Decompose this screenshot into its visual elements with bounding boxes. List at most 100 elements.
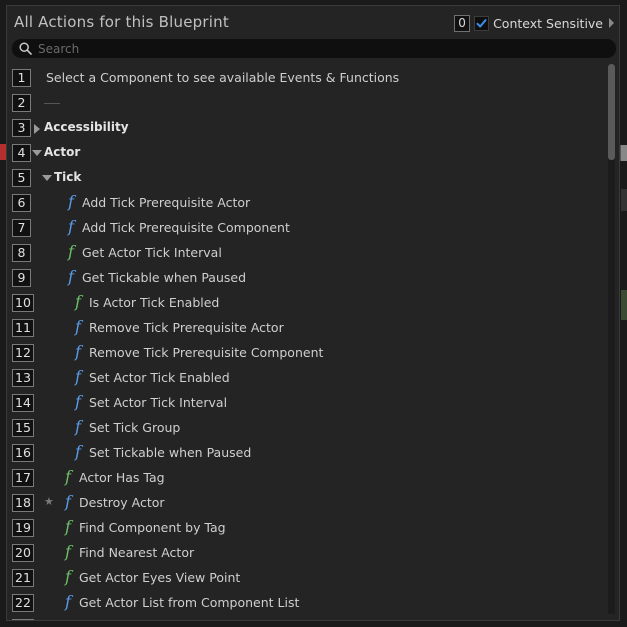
function-blue-icon: f xyxy=(65,492,71,511)
collapse-arrow-icon[interactable] xyxy=(32,150,42,156)
action-item[interactable]: 12 f Remove Tick Prerequisite Component xyxy=(7,341,607,366)
function-blue-icon: f xyxy=(75,417,81,436)
row-number-badge: 16 xyxy=(12,444,34,462)
function-green-icon: f xyxy=(65,567,71,586)
row-number-badge: 4 xyxy=(12,144,31,162)
action-item[interactable]: 16 f Set Tickable when Paused xyxy=(7,441,607,466)
action-item[interactable]: 11 f Remove Tick Prerequisite Actor xyxy=(7,316,607,341)
row-number-badge: 2 xyxy=(12,94,31,112)
search-input[interactable] xyxy=(38,39,598,58)
action-label: Remove Tick Prerequisite Actor xyxy=(89,320,284,335)
action-item[interactable]: 15 f Set Tick Group xyxy=(7,416,607,441)
function-blue-icon: f xyxy=(68,267,74,286)
context-sensitive-checkbox[interactable] xyxy=(474,15,490,31)
action-item[interactable]: 18 ★ f Destroy Actor xyxy=(7,491,607,516)
function-blue-icon: f xyxy=(62,618,74,621)
function-green-icon: f xyxy=(65,467,71,486)
scrollbar-thumb[interactable] xyxy=(608,64,615,160)
function-green-icon: f xyxy=(75,292,81,311)
scrollbar[interactable] xyxy=(608,64,615,614)
action-label: Add Tick Prerequisite Actor xyxy=(82,195,251,210)
function-green-icon: f xyxy=(65,517,71,536)
info-text: Select a Component to see available Even… xyxy=(46,70,400,85)
function-blue-icon: f xyxy=(68,217,74,236)
action-label: Actor Has Tag xyxy=(79,470,165,485)
graph-node-edge-right xyxy=(620,145,627,161)
category-row[interactable]: 3 Accessibility xyxy=(7,116,607,141)
row-number-badge: 15 xyxy=(12,419,34,437)
row-number-badge: 23 xyxy=(12,619,34,620)
function-blue-icon: f xyxy=(75,367,81,386)
function-blue-icon: f xyxy=(68,192,74,211)
context-sensitive-toggle[interactable]: 0 Context Sensitive xyxy=(454,14,614,32)
action-item[interactable]: 17 f Actor Has Tag xyxy=(7,466,607,491)
function-blue-icon: f xyxy=(75,442,81,461)
action-item[interactable]: 23 f Get Actor Of Class xyxy=(7,616,607,621)
action-item[interactable]: 21 f Get Actor Eyes View Point xyxy=(7,566,607,591)
category-row[interactable]: 5 Tick xyxy=(7,166,607,191)
row-number-badge: 6 xyxy=(12,194,31,212)
function-green-icon: f xyxy=(65,542,71,561)
row-number-badge: 17 xyxy=(12,469,34,487)
action-label: Get Actor Tick Interval xyxy=(82,245,222,260)
function-blue-icon: f xyxy=(65,592,71,611)
action-label: Set Tick Group xyxy=(89,420,181,435)
action-item[interactable]: 8 f Get Actor Tick Interval xyxy=(7,241,607,266)
menu-header: All Actions for this Blueprint 0 Context… xyxy=(7,6,619,38)
action-item[interactable]: 9 f Get Tickable when Paused xyxy=(7,266,607,291)
function-green-icon: f xyxy=(68,242,74,261)
action-label: Set Tickable when Paused xyxy=(89,445,252,460)
action-item[interactable]: 6 f Add Tick Prerequisite Actor xyxy=(7,191,607,216)
actions-menu-panel: All Actions for this Blueprint 0 Context… xyxy=(6,5,620,621)
action-item[interactable]: 14 f Set Actor Tick Interval xyxy=(7,391,607,416)
action-label: Set Actor Tick Enabled xyxy=(89,370,230,385)
favorite-star-icon[interactable]: ★ xyxy=(44,495,54,508)
checkmark-icon xyxy=(476,18,487,27)
graph-node-edge-right xyxy=(621,189,627,211)
row-number-badge: 12 xyxy=(12,344,34,362)
row-number-badge: 13 xyxy=(12,369,34,387)
row-number-badge: 21 xyxy=(12,569,34,587)
action-item[interactable]: 22 f Get Actor List from Component List xyxy=(7,591,607,616)
action-item[interactable]: 10 f Is Actor Tick Enabled xyxy=(7,291,607,316)
row-number-badge: 5 xyxy=(12,169,31,187)
row-number-badge: 18 xyxy=(12,494,34,512)
expand-arrow-icon[interactable] xyxy=(34,124,40,134)
expand-arrow-icon[interactable] xyxy=(609,18,614,28)
row-number-badge: 7 xyxy=(12,219,31,237)
collapse-arrow-icon[interactable] xyxy=(42,175,52,181)
action-label: Get Actor List from Component List xyxy=(79,595,300,610)
menu-title: All Actions for this Blueprint xyxy=(14,13,229,31)
list-item: 2 xyxy=(7,91,607,116)
action-label: Get Tickable when Paused xyxy=(82,270,247,285)
category-row[interactable]: 4 Actor xyxy=(7,141,607,166)
search-box[interactable] xyxy=(12,39,616,58)
action-item[interactable]: 13 f Set Actor Tick Enabled xyxy=(7,366,607,391)
action-label: Get Actor Of Class xyxy=(79,620,193,621)
action-label: Find Component by Tag xyxy=(79,520,226,535)
row-number-badge: 11 xyxy=(12,319,34,337)
action-item[interactable]: 20 f Find Nearest Actor xyxy=(7,541,607,566)
category-label: Accessibility xyxy=(44,120,129,134)
separator-line xyxy=(44,103,60,104)
row-number-badge: 10 xyxy=(12,294,34,312)
row-number-badge: 3 xyxy=(12,119,31,137)
row-number-badge: 1 xyxy=(12,69,31,87)
context-count-badge: 0 xyxy=(454,14,471,32)
action-label: Destroy Actor xyxy=(79,495,165,510)
action-label: Set Actor Tick Interval xyxy=(89,395,228,410)
graph-node-edge-right xyxy=(621,290,627,320)
actions-list: 1 Select a Component to see available Eve… xyxy=(7,62,607,620)
list-item[interactable]: 1 Select a Component to see available Eve… xyxy=(7,66,607,91)
action-item[interactable]: 7 f Add Tick Prerequisite Component xyxy=(7,216,607,241)
row-number-badge: 9 xyxy=(12,269,31,287)
row-number-badge: 14 xyxy=(12,394,34,412)
action-label: Add Tick Prerequisite Component xyxy=(82,220,290,235)
action-label: Remove Tick Prerequisite Component xyxy=(89,345,324,360)
search-icon xyxy=(19,42,32,55)
category-label: Actor xyxy=(44,145,81,159)
action-item[interactable]: 19 f Find Component by Tag xyxy=(7,516,607,541)
category-label: Tick xyxy=(54,170,82,184)
row-number-badge: 8 xyxy=(12,244,31,262)
context-sensitive-label: Context Sensitive xyxy=(493,15,603,31)
